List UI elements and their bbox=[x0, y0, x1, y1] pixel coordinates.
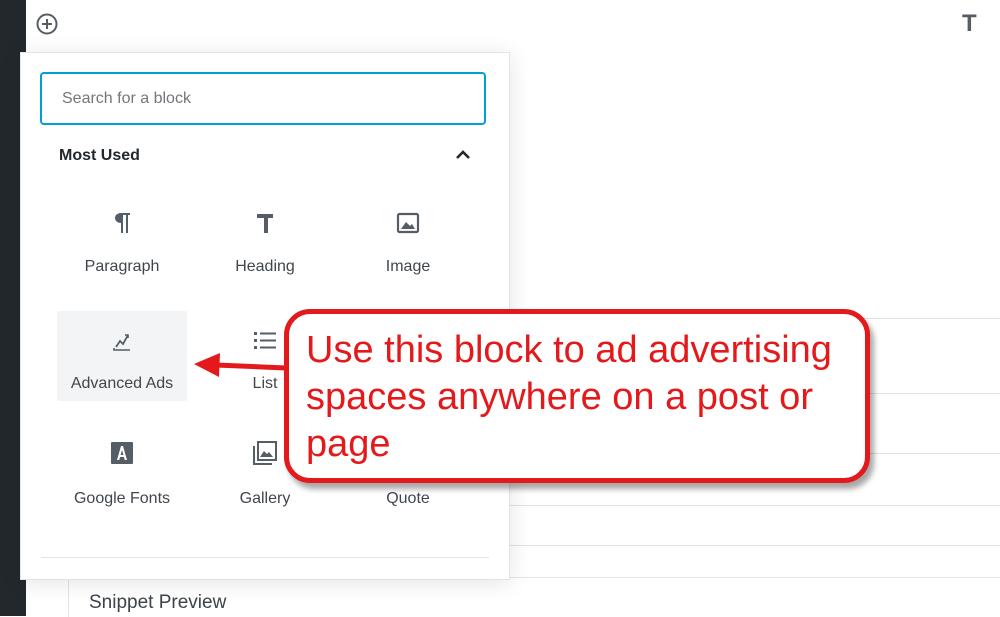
block-label: Image bbox=[385, 258, 431, 275]
block-advanced-ads[interactable]: Advanced Ads bbox=[57, 311, 187, 401]
editor-divider bbox=[510, 545, 1000, 546]
letter-a-icon bbox=[57, 440, 187, 466]
inserter-divider bbox=[41, 557, 489, 558]
heading-icon bbox=[200, 210, 330, 236]
editor-divider bbox=[510, 505, 1000, 506]
block-search-box[interactable] bbox=[40, 72, 486, 125]
annotation-callout: Use this block to ad advertising spaces … bbox=[284, 309, 870, 483]
block-search-input[interactable] bbox=[62, 84, 472, 114]
chart-line-icon bbox=[57, 327, 187, 353]
snippet-preview-label: Snippet Preview bbox=[89, 592, 227, 613]
block-label: Quote bbox=[386, 490, 430, 507]
block-label: Paragraph bbox=[84, 258, 160, 275]
callout-text: Use this block to ad advertising spaces … bbox=[306, 329, 832, 465]
most-used-heading[interactable]: Most Used bbox=[59, 147, 140, 165]
paragraph-icon bbox=[57, 210, 187, 236]
block-google-fonts[interactable]: Google Fonts bbox=[57, 428, 187, 518]
block-label: Heading bbox=[235, 258, 295, 275]
image-icon bbox=[343, 210, 473, 236]
add-block-icon[interactable] bbox=[36, 13, 58, 35]
chevron-up-icon[interactable] bbox=[453, 145, 473, 165]
callout-arrow bbox=[194, 353, 287, 377]
block-paragraph[interactable]: Paragraph bbox=[57, 198, 187, 288]
block-image[interactable]: Image bbox=[343, 198, 473, 288]
block-heading[interactable]: Heading bbox=[200, 198, 330, 288]
text-format-icon[interactable]: T bbox=[962, 10, 977, 38]
snippet-preview-panel[interactable]: Snippet Preview bbox=[68, 577, 1000, 617]
block-label: Gallery bbox=[239, 490, 291, 507]
block-label: Google Fonts bbox=[73, 490, 171, 507]
block-label: Advanced Ads bbox=[70, 375, 174, 392]
